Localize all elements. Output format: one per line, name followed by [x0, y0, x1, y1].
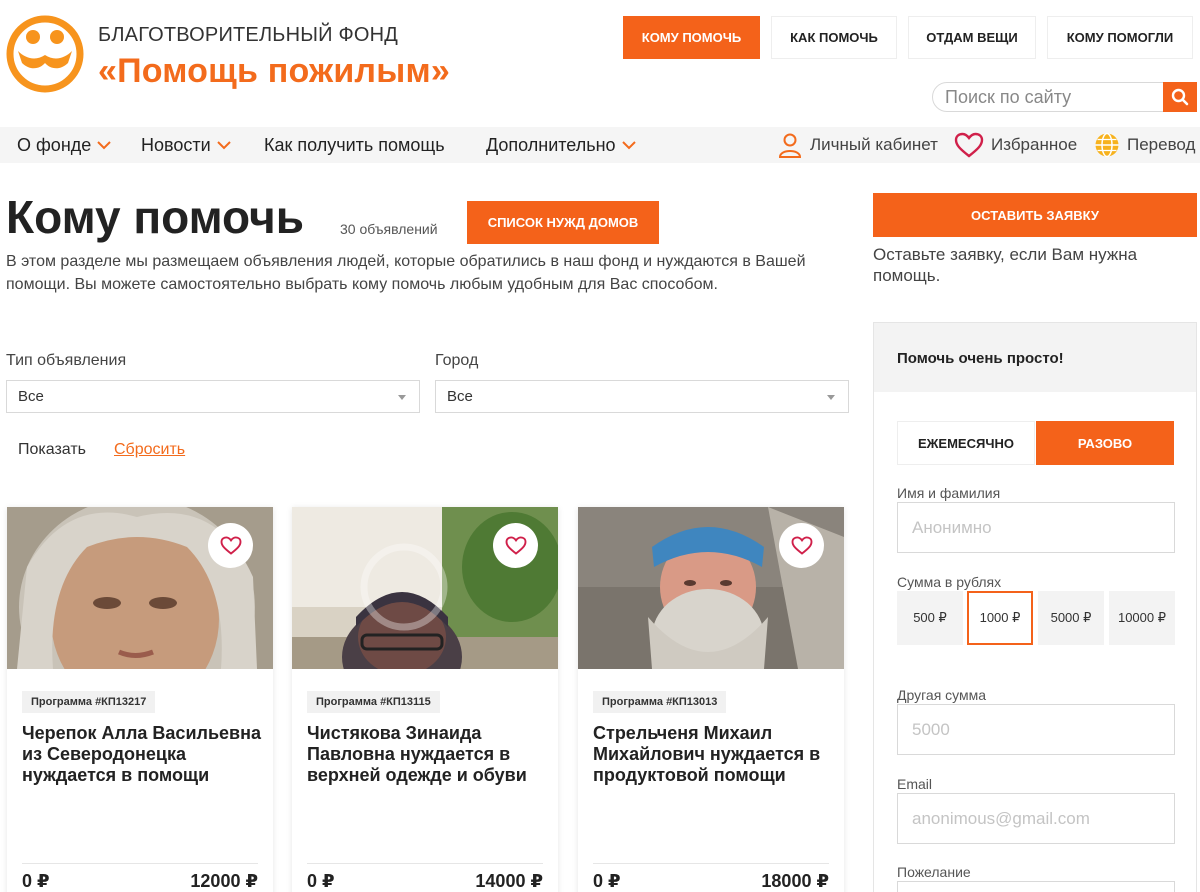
menu-item-news[interactable]: Новости [141, 127, 231, 163]
heart-icon [505, 536, 526, 555]
tab-one-time[interactable]: Разово [1036, 421, 1174, 465]
program-badge: Программа #КП13217 [22, 691, 156, 713]
request-card[interactable]: Программа #КП13115 Чистякова Зинаида Пав… [292, 507, 558, 892]
menu-item-label: Как получить помощь [264, 134, 445, 155]
amount-option-5000[interactable]: 5000 ₽ [1038, 591, 1104, 645]
collected-amount: 0 ₽ [22, 871, 50, 891]
translate-label: Перевод [1127, 135, 1196, 154]
amount-option-500[interactable]: 500 ₽ [897, 591, 963, 645]
name-field[interactable] [897, 502, 1175, 553]
intro-text: В этом разделе мы размещаем объявления л… [6, 253, 806, 293]
show-button[interactable]: Показать [18, 441, 86, 459]
menu-item-additional[interactable]: Дополнительно [486, 127, 636, 163]
other-amount-field[interactable] [897, 704, 1175, 755]
goal-amount: 18000 ₽ [761, 871, 829, 891]
goal-amount: 12000 ₽ [190, 871, 258, 891]
reset-link[interactable]: Сбросить [114, 441, 185, 459]
amount-label: Сумма в рублях [897, 574, 1002, 590]
request-card[interactable]: Программа #КП13217 Черепок Алла Васильев… [7, 507, 273, 892]
card-photo[interactable] [7, 507, 273, 669]
program-badge: Программа #КП13115 [307, 691, 440, 713]
add-to-favorites-button[interactable] [779, 523, 824, 568]
chevron-down-icon [621, 140, 636, 149]
wish-field[interactable] [897, 881, 1175, 892]
wish-label: Пожелание [897, 864, 971, 880]
menu-item-label: О фонде [17, 134, 92, 155]
email-label: Email [897, 776, 933, 792]
card-title[interactable]: Черепок Алла Васильевна из Северодонецка… [22, 723, 262, 786]
page-title: Кому помочь [6, 191, 304, 243]
donation-panel: Помочь очень просто! Ежемесячно Разово И… [873, 322, 1197, 892]
menu-item-get-help[interactable]: Как получить помощь [264, 127, 445, 163]
heart-icon [954, 132, 984, 158]
add-to-favorites-button[interactable] [208, 523, 253, 568]
chevron-down-icon [216, 140, 231, 149]
collected-amount: 0 ₽ [307, 871, 335, 891]
brand-title[interactable]: «Помощь пожилым» [98, 52, 450, 91]
tab-monthly[interactable]: Ежемесячно [897, 421, 1035, 465]
amount-option-1000[interactable]: 1000 ₽ [967, 591, 1033, 645]
donation-panel-header: Помочь очень просто! [874, 323, 1196, 392]
donation-heading: Помочь очень просто! [897, 350, 1064, 367]
house-needs-list-button[interactable]: Список нужд домов [467, 201, 659, 244]
city-filter-select[interactable]: Все [435, 380, 849, 413]
program-badge: Программа #КП13013 [593, 691, 727, 713]
top-nav-komu-pomoch[interactable]: Кому помочь [623, 16, 760, 59]
submit-request-button[interactable]: Оставить заявку [873, 193, 1197, 237]
favorites-label: Избранное [991, 135, 1078, 154]
brand-subtitle: БЛАГОТВОРИТЕЛЬНЫЙ ФОНД [98, 24, 399, 46]
city-filter-value: Все [447, 388, 473, 405]
request-note: Оставьте заявку, если Вам нужна помощь. [873, 245, 1138, 285]
other-amount-label: Другая сумма [897, 687, 987, 703]
search-button[interactable] [1163, 82, 1197, 112]
menu-item-label: Дополнительно [486, 134, 616, 155]
goal-amount: 14000 ₽ [475, 871, 543, 891]
foundation-logo[interactable] [6, 15, 84, 93]
card-photo[interactable] [292, 507, 558, 669]
search-icon [1171, 88, 1189, 106]
caret-down-icon [398, 395, 406, 400]
site-search [932, 82, 1197, 112]
type-filter-value: Все [18, 388, 44, 405]
main-menu: О фонде Новости Как получить помощь Допо… [0, 127, 1200, 163]
progress-bar [307, 863, 543, 864]
progress-bar [593, 863, 829, 864]
top-nav-otdam-veshchi[interactable]: Отдам вещи [908, 16, 1036, 59]
search-input[interactable] [933, 86, 1161, 108]
globe-icon [1095, 132, 1119, 158]
email-field[interactable] [897, 793, 1175, 844]
menu-item-label: Новости [141, 134, 211, 155]
city-filter-label: Город [435, 352, 479, 369]
name-label: Имя и фамилия [897, 485, 1001, 501]
card-photo[interactable] [578, 507, 844, 669]
menu-item-about[interactable]: О фонде [17, 127, 111, 163]
heart-icon [791, 536, 812, 555]
menu-translate[interactable]: Перевод [1094, 127, 1195, 163]
user-icon [778, 133, 802, 158]
request-card[interactable]: Программа #КП13013 Стрельченя Михаил Мих… [578, 507, 844, 892]
card-title[interactable]: Чистякова Зинаида Павловна нуждается в в… [307, 723, 547, 786]
caret-down-icon [827, 395, 835, 400]
chevron-down-icon [97, 140, 111, 149]
ads-count: 30 объявлений [340, 221, 438, 237]
menu-favorites[interactable]: Избранное [954, 127, 1077, 163]
menu-account[interactable]: Личный кабинет [778, 127, 938, 163]
add-to-favorites-button[interactable] [493, 523, 538, 568]
heart-icon [220, 536, 241, 555]
card-title[interactable]: Стрельченя Михаил Михайлович нуждается в… [593, 723, 833, 786]
amount-option-10000[interactable]: 10000 ₽ [1109, 591, 1175, 645]
top-nav-kak-pomoch[interactable]: Как помочь [771, 16, 897, 59]
account-label: Личный кабинет [810, 135, 938, 154]
collected-amount: 0 ₽ [593, 871, 621, 891]
type-filter-select[interactable]: Все [6, 380, 420, 413]
progress-bar [22, 863, 258, 864]
type-filter-label: Тип объявления [6, 352, 127, 369]
top-nav-komu-pomogli[interactable]: Кому помогли [1047, 16, 1193, 59]
